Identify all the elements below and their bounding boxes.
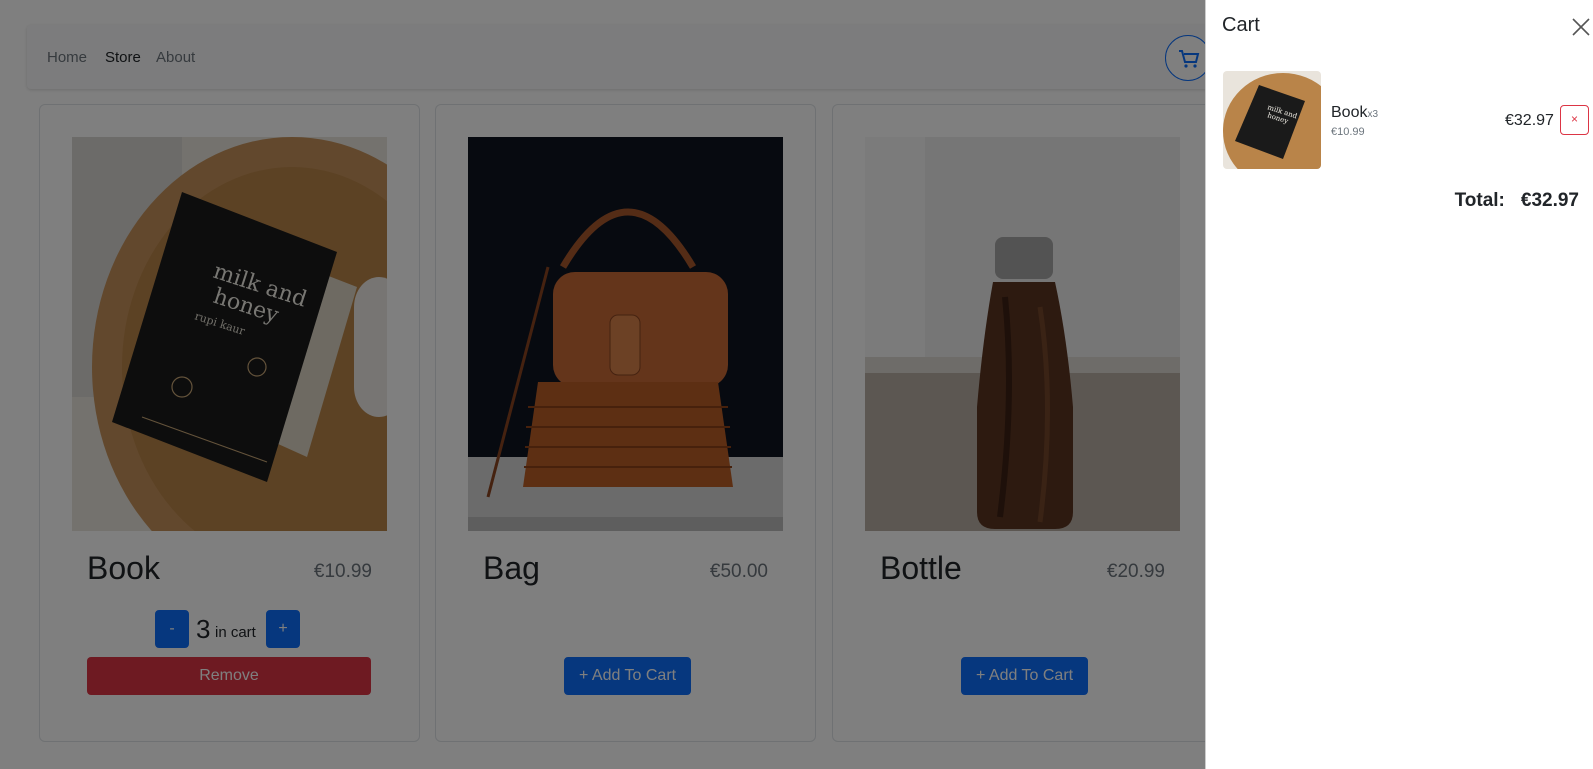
close-icon [1572,18,1590,36]
cart-item-name-text: Book [1331,104,1368,121]
cart-total-label: Total: [1454,190,1505,211]
cart-item-image: milk and honey [1223,71,1321,169]
cart-item-line-total: €32.97 [1505,112,1554,129]
cart-title: Cart [1222,14,1260,36]
cart-item-quantity: x3 [1367,109,1379,120]
cart-total-value: €32.97 [1520,190,1579,211]
remove-item-button[interactable]: × [1560,105,1589,135]
cart-panel: Cart milk and honey Bookx3 €10.99 €32.97… [1205,0,1593,769]
cart-total: Total: €32.97 [1455,190,1579,212]
close-button[interactable] [1571,17,1591,37]
cart-item-unit-price: €10.99 [1331,126,1365,138]
cart-item-name: Bookx3 [1331,104,1378,122]
